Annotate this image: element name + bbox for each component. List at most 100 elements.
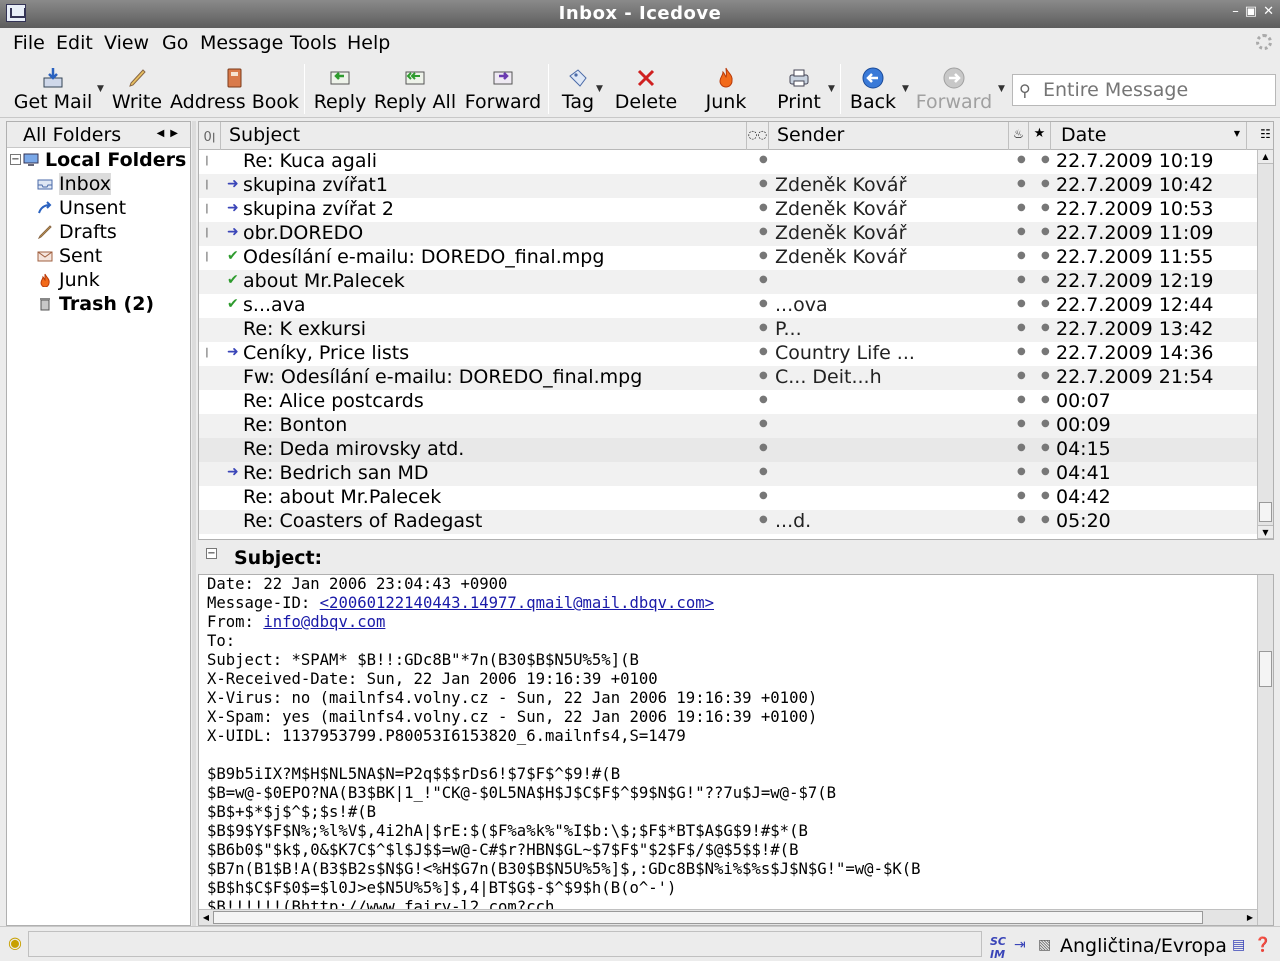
flag-dot-icon[interactable]: ● [1041, 466, 1050, 477]
read-dot-icon[interactable]: ● [759, 466, 768, 477]
offline-status-icon[interactable]: ▤ [1232, 937, 1245, 953]
from-address-link[interactable]: info@dbqv.com [263, 613, 385, 631]
forward-nav-dropdown-icon[interactable]: ▼ [998, 84, 1005, 94]
junk-dot-icon[interactable]: ● [1017, 466, 1026, 477]
print-dropdown-icon[interactable]: ▼ [828, 84, 835, 94]
read-dot-icon[interactable]: ● [759, 370, 768, 381]
reply-all-button[interactable]: Reply All [372, 58, 458, 116]
table-row[interactable]: ✔ s...ava ● ...ova ● ● 22.7.2009 12:44 [199, 294, 1257, 318]
read-dot-icon[interactable]: ● [759, 418, 768, 429]
collapse-toggle-icon[interactable]: − [10, 154, 21, 165]
get-mail-button[interactable]: Get Mail [8, 58, 98, 116]
folder-inbox[interactable]: Inbox [37, 173, 111, 197]
flag-dot-icon[interactable]: ● [1041, 490, 1050, 501]
flag-dot-icon[interactable]: ● [1041, 442, 1050, 453]
read-dot-icon[interactable]: ● [759, 202, 768, 213]
search-icon[interactable]: ⚲ [1019, 81, 1031, 100]
read-dot-icon[interactable]: ● [759, 250, 768, 261]
table-row[interactable]: Re: Bonton ● ● ● 00:09 [199, 414, 1257, 438]
address-book-button[interactable]: Address Book [170, 58, 299, 116]
junk-dot-icon[interactable]: ● [1017, 250, 1026, 261]
table-row[interactable]: Re: about Mr.Palecek ● ● ● 04:42 [199, 486, 1257, 510]
junk-dot-icon[interactable]: ● [1017, 346, 1026, 357]
minimize-icon[interactable]: – [1232, 4, 1239, 19]
junk-dot-icon[interactable]: ● [1017, 394, 1026, 405]
table-row[interactable]: Re: Alice postcards ● ● ● 00:07 [199, 390, 1257, 414]
column-flag[interactable]: ★ [1029, 122, 1051, 150]
column-picker[interactable]: ☷ [1257, 122, 1273, 150]
message-scroll-thumb[interactable] [1259, 651, 1272, 687]
flag-dot-icon[interactable]: ● [1041, 346, 1050, 357]
flag-dot-icon[interactable]: ● [1041, 250, 1050, 261]
read-dot-icon[interactable]: ● [759, 226, 768, 237]
column-subject[interactable]: Subject [221, 122, 747, 150]
flag-dot-icon[interactable]: ● [1041, 514, 1050, 525]
thread-scrollbar[interactable]: ▲ ▼ [1257, 150, 1273, 539]
read-dot-icon[interactable]: ● [759, 514, 768, 525]
scroll-left-icon[interactable]: ◀ [199, 910, 213, 925]
flag-dot-icon[interactable]: ● [1041, 322, 1050, 333]
folder-junk[interactable]: Junk [37, 269, 100, 293]
flag-dot-icon[interactable]: ● [1041, 202, 1050, 213]
message-horizontal-scrollbar[interactable]: ◀ ▶ [199, 909, 1257, 925]
tag-button[interactable]: Tag [556, 58, 600, 116]
message-id-link[interactable]: <20060122140443.14977.qmail@mail.dbqv.co… [320, 594, 714, 612]
keyboard-layout-icon[interactable]: ⇥ [1014, 937, 1026, 953]
flag-dot-icon[interactable]: ● [1041, 394, 1050, 405]
read-dot-icon[interactable]: ● [759, 154, 768, 165]
flag-dot-icon[interactable]: ● [1041, 370, 1050, 381]
table-row[interactable]: ׀ ➜ skupina zvířat1 ● Zdeněk Kovář ● ● 22.7.200… [199, 174, 1257, 198]
read-dot-icon[interactable]: ● [759, 178, 768, 189]
folder-unsent[interactable]: Unsent [37, 197, 126, 221]
junk-dot-icon[interactable]: ● [1017, 322, 1026, 333]
table-row[interactable]: ׀ ➜ obr.DOREDO ● Zdeněk Kovář ● ● 22.7.2009 11:… [199, 222, 1257, 246]
flag-dot-icon[interactable]: ● [1041, 154, 1050, 165]
junk-dot-icon[interactable]: ● [1017, 178, 1026, 189]
folder-pane-header[interactable]: All Folders ◀▶ [7, 122, 190, 148]
junk-dot-icon[interactable]: ● [1017, 226, 1026, 237]
pane-splitter[interactable] [192, 121, 196, 926]
read-dot-icon[interactable]: ● [759, 298, 768, 309]
menu-go[interactable]: Go [162, 32, 188, 54]
quick-search-box[interactable]: ⚲ [1012, 74, 1276, 106]
table-row[interactable]: Re: Deda mirovsky atd. ● ● ● 04:15 [199, 438, 1257, 462]
title-bar[interactable]: Inbox - Icedove – ▣ ✕ [0, 0, 1280, 28]
column-date[interactable]: Date ▼ [1051, 122, 1247, 150]
menu-message[interactable]: Message [200, 32, 283, 54]
flag-dot-icon[interactable]: ● [1041, 298, 1050, 309]
menu-edit[interactable]: Edit [56, 32, 93, 54]
menu-file[interactable]: File [13, 32, 45, 54]
table-row[interactable]: ✔ about Mr.Palecek ● ● ● 22.7.2009 12:19 [199, 270, 1257, 294]
junk-button[interactable]: Junk [696, 58, 756, 116]
search-input[interactable] [1043, 79, 1271, 101]
delete-button[interactable]: Delete [608, 58, 684, 116]
write-button[interactable]: Write [108, 58, 166, 116]
folder-view-arrows-icon[interactable]: ◀▶ [157, 128, 184, 139]
error-status-icon[interactable]: ❓ [1254, 937, 1271, 953]
horizontal-scroll-thumb[interactable] [213, 911, 1203, 924]
back-dropdown-icon[interactable]: ▼ [902, 84, 909, 94]
junk-dot-icon[interactable]: ● [1017, 490, 1026, 501]
flag-dot-icon[interactable]: ● [1041, 274, 1050, 285]
message-vertical-scrollbar[interactable] [1257, 575, 1273, 925]
read-dot-icon[interactable]: ● [759, 442, 768, 453]
close-icon[interactable]: ✕ [1263, 4, 1274, 19]
read-dot-icon[interactable]: ● [759, 322, 768, 333]
scroll-up-icon[interactable]: ▲ [1258, 150, 1273, 164]
scim-icon[interactable]: SC IM [990, 935, 1006, 961]
folder-sent[interactable]: Sent [37, 245, 102, 269]
junk-dot-icon[interactable]: ● [1017, 154, 1026, 165]
print-button[interactable]: Print [770, 58, 828, 116]
back-button[interactable]: Back [846, 58, 900, 116]
flag-dot-icon[interactable]: ● [1041, 226, 1050, 237]
junk-dot-icon[interactable]: ● [1017, 298, 1026, 309]
table-row[interactable]: ׀ ➜ Ceníky, Price lists ● Country Life ... ● ●… [199, 342, 1257, 366]
folder-local-folders[interactable]: Local Folders [23, 149, 186, 173]
flag-dot-icon[interactable]: ● [1041, 178, 1050, 189]
flag-dot-icon[interactable]: ● [1041, 418, 1050, 429]
tag-dropdown-icon[interactable]: ▼ [596, 84, 603, 94]
column-attachment[interactable]: ׀0 [199, 122, 221, 150]
junk-dot-icon[interactable]: ● [1017, 442, 1026, 453]
scroll-down-icon[interactable]: ▼ [1258, 525, 1273, 539]
junk-dot-icon[interactable]: ● [1017, 418, 1026, 429]
